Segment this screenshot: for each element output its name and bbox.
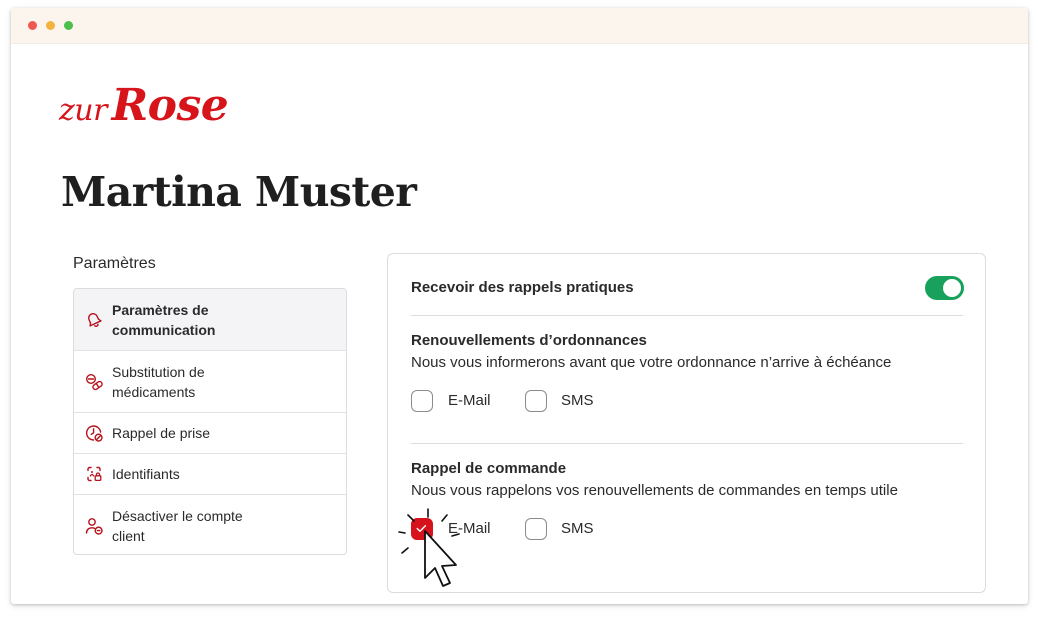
- divider: [411, 443, 963, 444]
- checkbox-label: SMS: [561, 520, 594, 537]
- sidebar-item-medication-substitution[interactable]: Substitution de médicaments: [74, 351, 346, 413]
- click-cursor-icon: [398, 508, 460, 587]
- checkbox-label: SMS: [561, 392, 594, 409]
- sidebar-item-label: Substitution de médicaments: [112, 363, 205, 400]
- zur-rose-logo[interactable]: zur Rose: [59, 84, 229, 128]
- sidebar-item-communication-settings[interactable]: Paramètres de communication: [74, 289, 346, 351]
- sidebar-item-label: Identifiants: [112, 466, 180, 482]
- minimize-window-button[interactable]: [46, 21, 55, 30]
- sidebar-item-credentials[interactable]: Identifiants: [74, 454, 346, 495]
- prescription-email-checkbox[interactable]: [411, 390, 433, 412]
- id-icon: [87, 466, 102, 482]
- section-title-prescription-renewals: Renouvellements d’ordonnances: [411, 332, 647, 349]
- sidebar-item-label: Rappel de prise: [112, 425, 211, 441]
- settings-sidebar: Paramètres de communication Substitution…: [73, 288, 347, 555]
- sidebar-item-label: Désactiver le compte client: [112, 508, 243, 544]
- logo-word-rose: Rose: [111, 80, 229, 131]
- pills-icon: [85, 373, 103, 390]
- sidebar-heading: Paramètres: [73, 255, 156, 272]
- maximize-window-button[interactable]: [64, 21, 73, 30]
- section-title-order-reminder: Rappel de commande: [411, 460, 567, 477]
- reminders-label: Recevoir des rappels pratiques: [411, 279, 634, 296]
- section-description-order-reminder: Nous vous rappelons vos renouvellements …: [411, 482, 898, 499]
- section-description-prescription-renewals: Nous vous informerons avant que votre or…: [411, 354, 892, 371]
- toggle-knob: [943, 279, 961, 297]
- page-title: Martina Muster: [61, 168, 417, 216]
- browser-window: zur Rose Martina Muster Paramètres Param…: [11, 8, 1028, 604]
- reminders-toggle[interactable]: [925, 276, 964, 300]
- sidebar-item-label: Paramètres de communication: [112, 301, 216, 338]
- window-titlebar: [11, 8, 1028, 44]
- divider: [411, 315, 963, 316]
- sidebar-item-intake-reminder[interactable]: Rappel de prise: [74, 413, 346, 454]
- close-window-button[interactable]: [28, 21, 37, 30]
- checkbox-label: E-Mail: [448, 392, 491, 409]
- logo-word-zur: zur: [59, 93, 107, 128]
- order-sms-checkbox[interactable]: [525, 518, 547, 540]
- bell-icon: [88, 312, 102, 327]
- user-remove-icon: [85, 518, 103, 535]
- clock-icon: [85, 425, 103, 442]
- prescription-sms-checkbox[interactable]: [525, 390, 547, 412]
- sidebar-item-deactivate-account[interactable]: Désactiver le compte client: [74, 495, 346, 554]
